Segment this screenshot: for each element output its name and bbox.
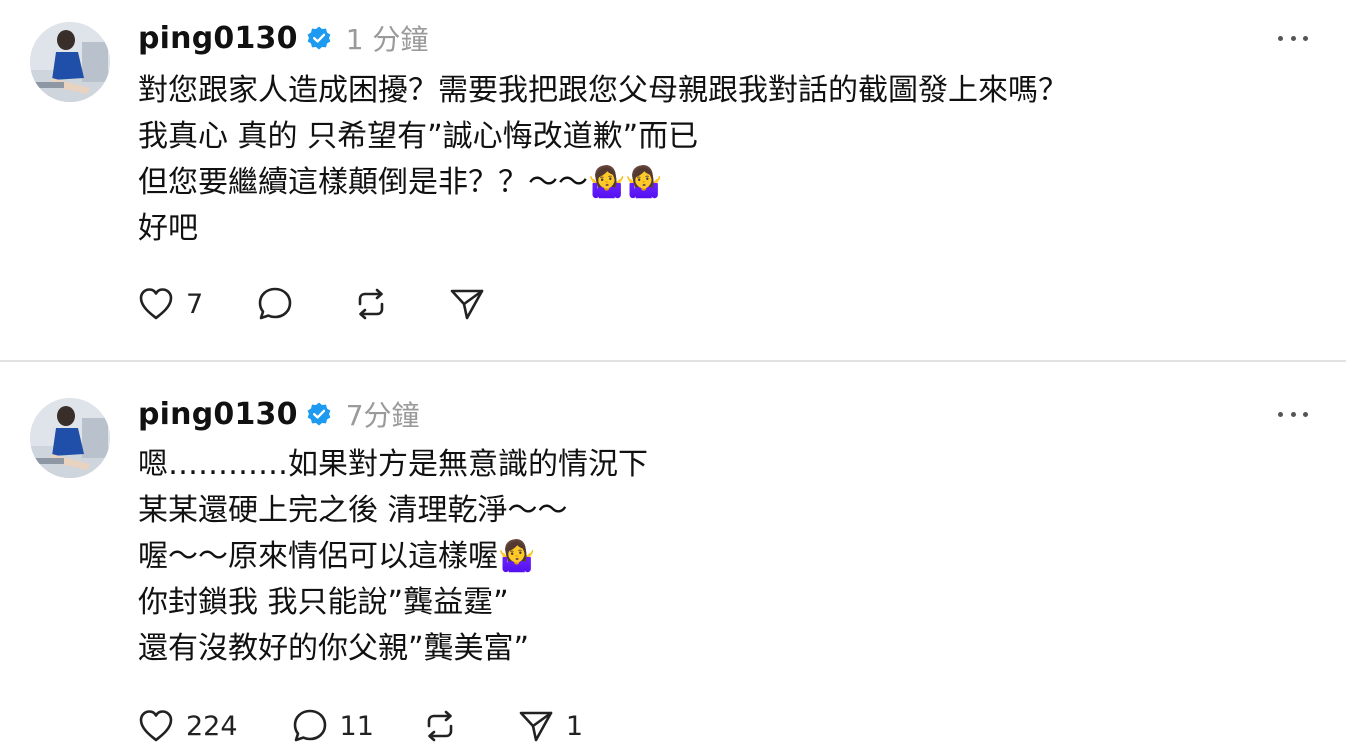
verified-icon — [306, 25, 332, 51]
username[interactable]: ping0130 — [138, 397, 298, 432]
post-body-line: 我真心 真的 只希望有”誠心悔改道歉”而已 — [138, 119, 699, 154]
heart-icon — [139, 710, 173, 742]
verified-icon — [306, 401, 332, 427]
post-body-line: 好吧 — [138, 211, 198, 246]
post-body-line: 還有沒教好的你父親”龔美富” — [138, 631, 530, 666]
avatar[interactable] — [30, 398, 110, 478]
comment-icon — [293, 709, 326, 742]
username[interactable]: ping0130 — [138, 21, 298, 56]
timestamp: 7分鐘 — [345, 399, 420, 432]
more-icon[interactable] — [1278, 404, 1308, 424]
comment-button[interactable]: 11 — [290, 706, 374, 746]
comment-button[interactable] — [255, 284, 305, 324]
post-2: ping0130 7分鐘 嗯…………如果對方是無意識的情況下 某某還硬上完之後 … — [0, 362, 1346, 756]
avatar-image — [30, 398, 110, 478]
repost-icon — [358, 288, 384, 320]
timestamp: 1 分鐘 — [345, 23, 429, 56]
like-count: 7 — [186, 288, 204, 320]
post-body-line: 嗯…………如果對方是無意識的情況下 — [138, 447, 648, 482]
post-body: 對您跟家人造成困擾？需要我把跟您父母親跟我對話的截圖發上來嗎？ 我真心 真的 只… — [138, 68, 1298, 252]
action-bar: 7 — [136, 282, 497, 326]
repost-button[interactable] — [351, 284, 401, 324]
share-button[interactable] — [447, 284, 497, 324]
comment-count: 11 — [339, 710, 374, 742]
post-body-line: 喔～～原來情侶可以這樣喔🤷‍♀️ — [138, 539, 536, 574]
share-icon — [450, 289, 484, 320]
like-button[interactable]: 224 — [136, 706, 238, 746]
post-header: ping0130 7分鐘 — [138, 392, 420, 436]
more-icon[interactable] — [1278, 28, 1308, 48]
heart-icon — [139, 288, 173, 320]
post-body: 嗯…………如果對方是無意識的情況下 某某還硬上完之後 清理乾淨～～ 喔～～原來情… — [138, 442, 1298, 672]
post-body-line: 但您要繼續這樣顛倒是非？？～～🤷‍♀️🤷‍♀️ — [138, 165, 663, 200]
post-body-line: 某某還硬上完之後 清理乾淨～～ — [138, 493, 568, 528]
post-header: ping0130 1 分鐘 — [138, 16, 428, 60]
like-button[interactable]: 7 — [136, 284, 203, 324]
comment-icon — [258, 287, 292, 320]
action-bar: 224 11 1 — [136, 704, 583, 748]
share-button[interactable]: 1 — [516, 706, 583, 746]
post-1: ping0130 1 分鐘 對您跟家人造成困擾？需要我把跟您父母親跟我對話的截圖… — [0, 0, 1346, 360]
share-count: 1 — [565, 710, 584, 742]
post-body-line: 你封鎖我 我只能說”龔益霆” — [138, 585, 509, 620]
avatar-image — [30, 22, 110, 102]
repost-icon — [427, 710, 453, 742]
post-body-line: 對您跟家人造成困擾？需要我把跟您父母親跟我對話的截圖發上來嗎？ — [138, 73, 1068, 108]
repost-button[interactable] — [420, 706, 470, 746]
avatar[interactable] — [30, 22, 110, 102]
share-icon — [519, 711, 553, 742]
like-count: 224 — [186, 710, 238, 742]
